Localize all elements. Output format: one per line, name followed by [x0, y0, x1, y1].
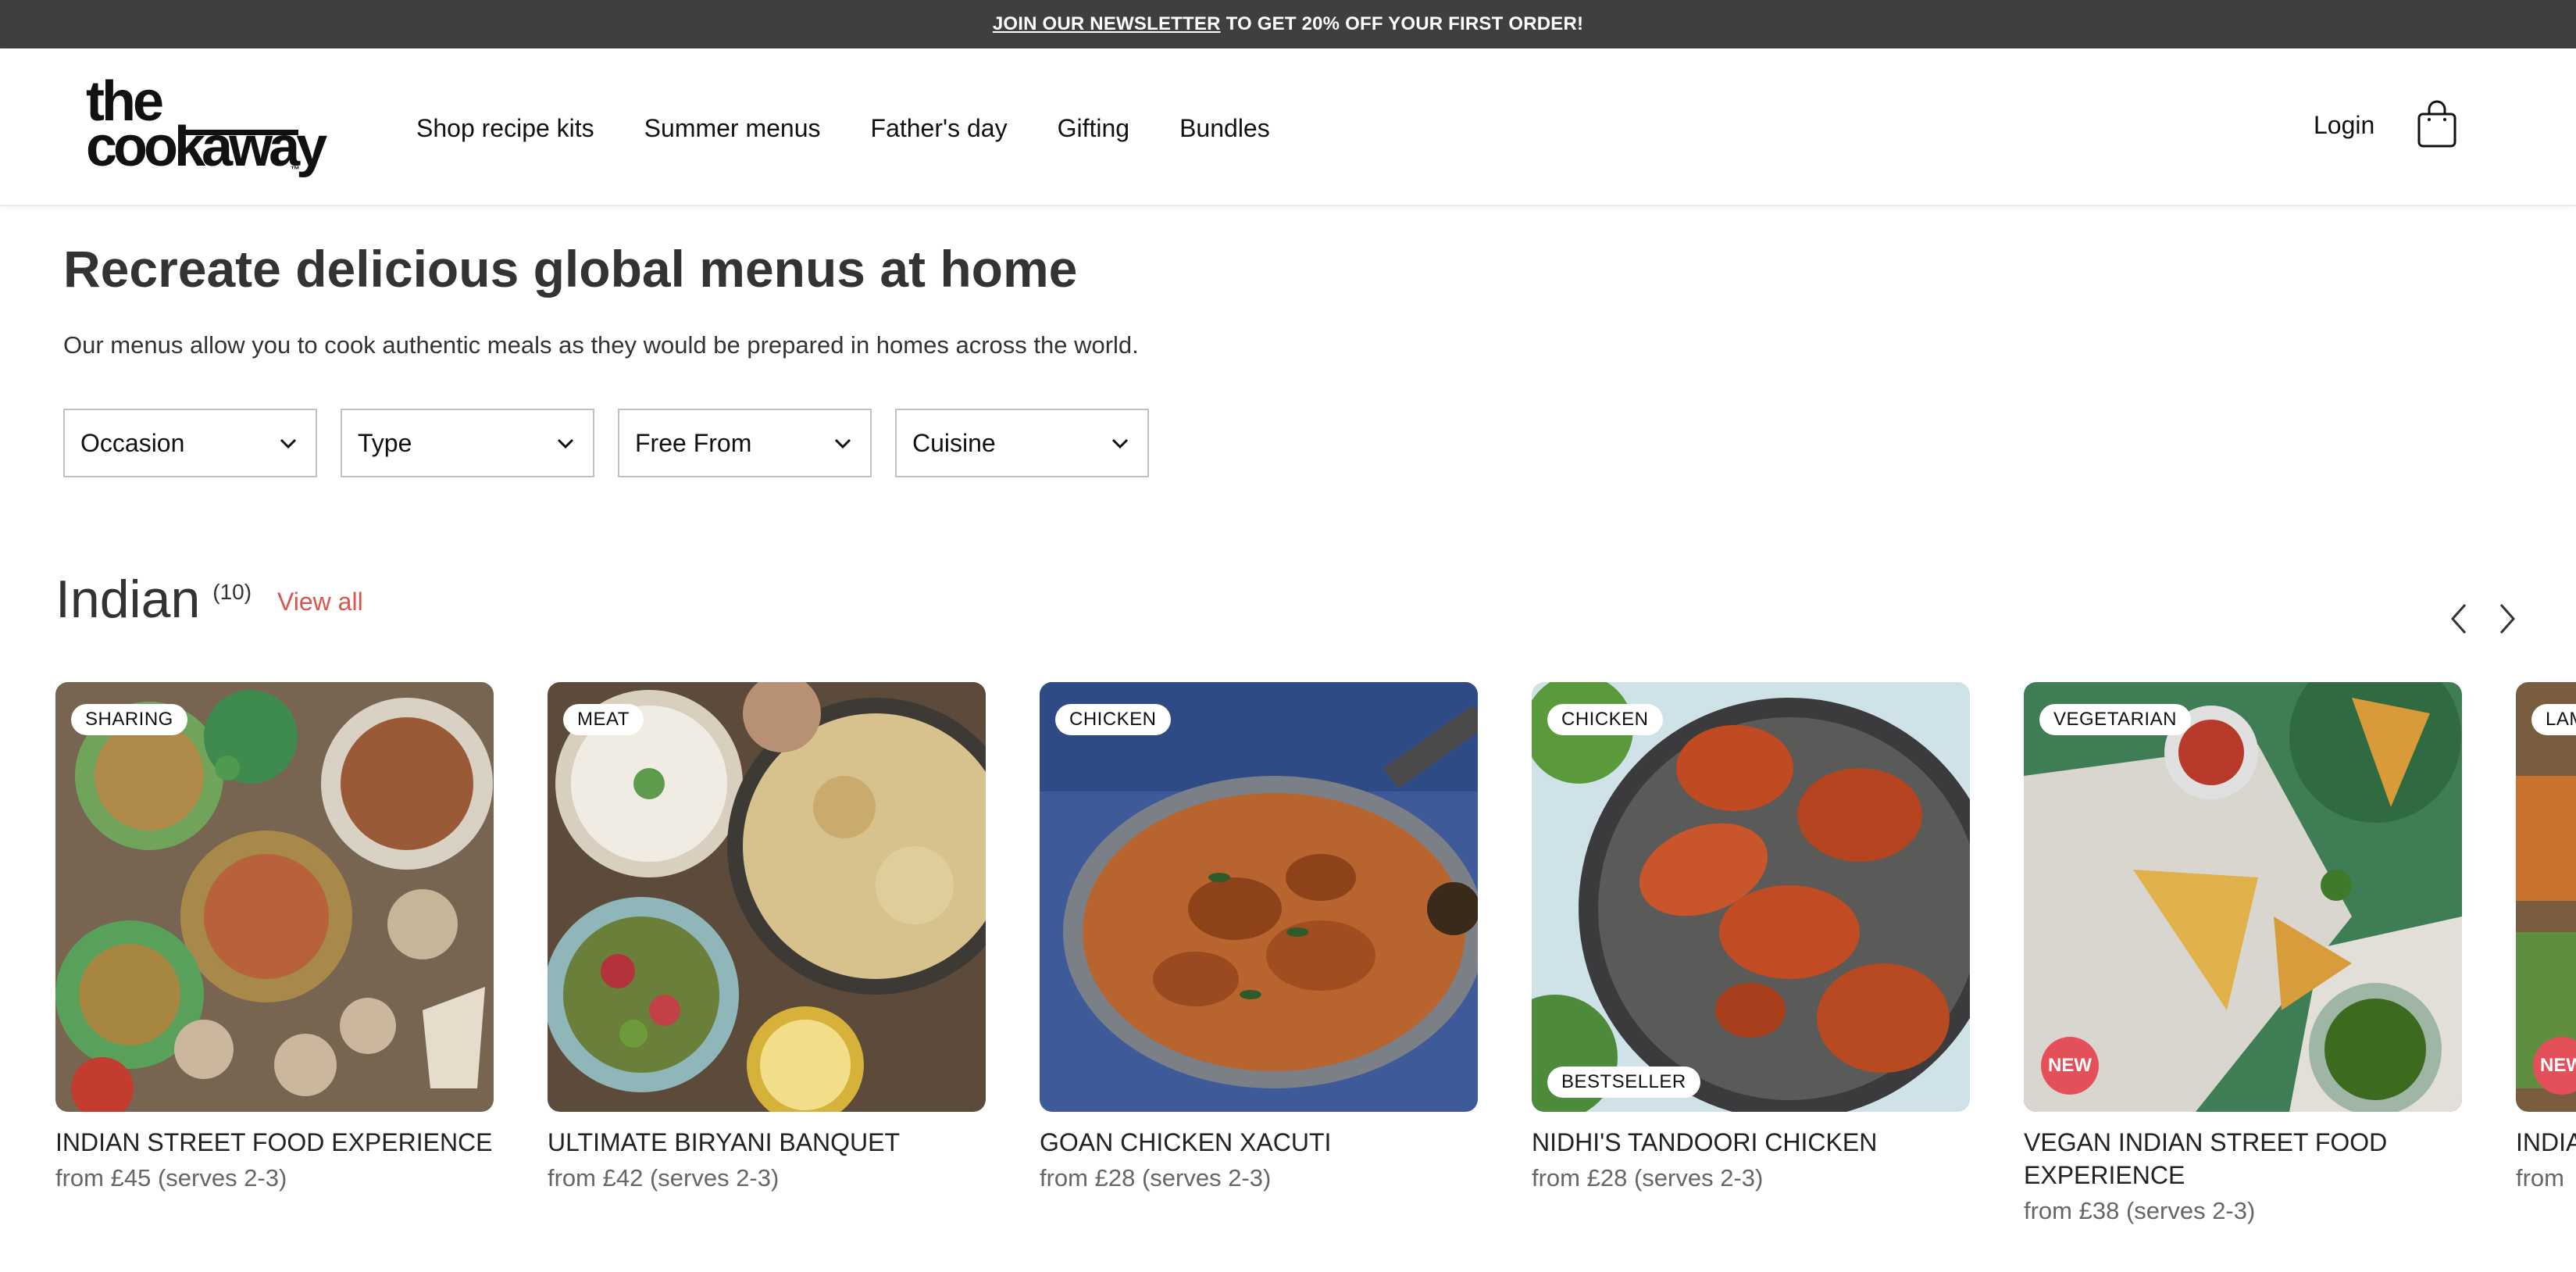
promo-message: TO GET 20% OFF YOUR FIRST ORDER! [1226, 13, 1584, 34]
biryani-photo [548, 682, 986, 1112]
cookaway-logo[interactable]: the cookaway ™ [86, 73, 327, 181]
promo-banner: JOIN OUR NEWSLETTER TO GET 20% OFF YOUR … [0, 0, 2576, 48]
product-price: from [2516, 1164, 2564, 1192]
category-badge: LAM [2531, 704, 2576, 735]
chevron-left-icon[interactable] [2445, 600, 2473, 638]
product-card-street-food[interactable]: SHARING INDIAN STREET FOOD EXPERIENCE fr… [55, 682, 494, 1195]
free-from-filter-label: Free From [635, 428, 752, 457]
goan-chicken-photo [1040, 682, 1478, 1112]
chevron-right-icon[interactable] [2493, 600, 2521, 638]
occasion-filter-label: Occasion [80, 428, 185, 457]
bestseller-badge: BESTSELLER [1547, 1067, 1700, 1098]
nav-bundles[interactable]: Bundles [1179, 114, 1270, 143]
cuisine-filter-label: Cuisine [912, 428, 996, 457]
nav-gifting[interactable]: Gifting [1058, 114, 1129, 143]
product-name[interactable]: INDIA [2516, 1126, 2576, 1159]
shopping-bag-icon[interactable] [2417, 100, 2457, 148]
product-price: from £28 (serves 2-3) [1532, 1164, 1764, 1192]
view-all-link[interactable]: View all [277, 588, 363, 616]
section-count: (10) [212, 580, 252, 604]
main-nav: Shop recipe kits Summer menus Father's d… [416, 114, 1270, 143]
type-filter[interactable]: Type [341, 409, 594, 477]
page-title: Recreate delicious global menus at home [63, 240, 1078, 298]
product-name[interactable]: GOAN CHICKEN XACUTI [1040, 1126, 1478, 1159]
product-carousel: SHARING INDIAN STREET FOOD EXPERIENCE fr… [55, 682, 2576, 1272]
chevron-down-icon [557, 438, 574, 449]
product-card-goan-chicken[interactable]: CHICKEN GOAN CHICKEN XACUTI from £28 (se… [1040, 682, 1478, 1195]
product-image[interactable]: SHARING [55, 682, 494, 1112]
product-price: from £42 (serves 2-3) [548, 1164, 780, 1192]
category-badge: CHICKEN [1547, 704, 1663, 735]
logo-trademark: ™ [291, 164, 300, 175]
product-card-partial[interactable]: LAM NEW INDIA from [2516, 682, 2576, 1195]
filter-bar: Occasion Type Free From Cuisine [63, 409, 1149, 477]
section-heading: Indian (10) [55, 569, 252, 630]
free-from-filter[interactable]: Free From [618, 409, 872, 477]
product-card-biryani[interactable]: MEAT ULTIMATE BIRYANI BANQUET from £42 (… [548, 682, 986, 1195]
nav-shop-recipe-kits[interactable]: Shop recipe kits [416, 114, 594, 143]
product-name[interactable]: INDIAN STREET FOOD EXPERIENCE [55, 1126, 494, 1159]
tandoori-chicken-photo [1532, 682, 1970, 1112]
product-name[interactable]: ULTIMATE BIRYANI BANQUET [548, 1126, 986, 1159]
product-price: from £45 (serves 2-3) [55, 1164, 287, 1192]
product-name[interactable]: NIDHI'S TANDOORI CHICKEN [1532, 1126, 1970, 1159]
product-image[interactable]: LAM NEW [2516, 682, 2576, 1112]
chevron-down-icon [1111, 438, 1129, 449]
product-image[interactable]: CHICKEN BESTSELLER [1532, 682, 1970, 1112]
occasion-filter[interactable]: Occasion [63, 409, 317, 477]
product-image[interactable]: CHICKEN [1040, 682, 1478, 1112]
category-badge: SHARING [71, 704, 187, 735]
product-image[interactable]: VEGETARIAN NEW [2024, 682, 2462, 1112]
type-filter-label: Type [358, 428, 412, 457]
category-badge: VEGETARIAN [2039, 704, 2191, 735]
chevron-down-icon [834, 438, 851, 449]
cuisine-filter[interactable]: Cuisine [895, 409, 1149, 477]
product-name[interactable]: VEGAN INDIAN STREET FOOD EXPERIENCE [2024, 1126, 2399, 1192]
login-link[interactable]: Login [2314, 111, 2374, 140]
product-price: from £28 (serves 2-3) [1040, 1164, 1272, 1192]
product-image[interactable]: MEAT [548, 682, 986, 1112]
new-badge: NEW [2041, 1037, 2099, 1095]
street-food-photo [55, 682, 494, 1112]
logo-text-cookaway: cookaway [86, 116, 327, 178]
nav-summer-menus[interactable]: Summer menus [644, 114, 821, 143]
site-header: the cookaway ™ Shop recipe kits Summer m… [0, 48, 2576, 206]
newsletter-link[interactable]: JOIN OUR NEWSLETTER [993, 13, 1221, 35]
section-title: Indian [55, 570, 201, 629]
category-badge: MEAT [563, 704, 644, 735]
category-badge: CHICKEN [1055, 704, 1171, 735]
page-intro: Our menus allow you to cook authentic me… [63, 331, 1139, 359]
chevron-down-icon [280, 438, 297, 449]
product-price: from £38 (serves 2-3) [2024, 1197, 2256, 1224]
nav-fathers-day[interactable]: Father's day [871, 114, 1008, 143]
product-card-vegan-street-food[interactable]: VEGETARIAN NEW VEGAN INDIAN STREET FOOD … [2024, 682, 2462, 1227]
product-card-tandoori-chicken[interactable]: CHICKEN BESTSELLER NIDHI'S TANDOORI CHIC… [1532, 682, 1970, 1195]
